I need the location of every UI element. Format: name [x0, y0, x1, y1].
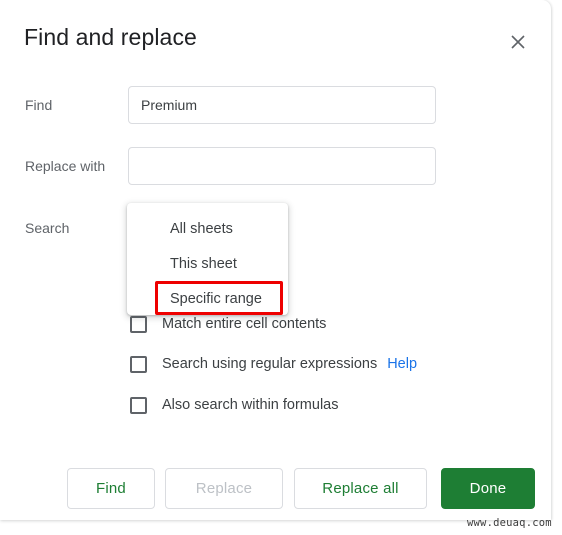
menu-item-this-sheet[interactable]: This sheet — [127, 247, 288, 282]
search-label: Search — [25, 220, 70, 236]
search-scope-dropdown-menu: All sheets This sheet Specific range — [127, 203, 288, 315]
checkbox-also-search-within-formulas[interactable] — [130, 396, 147, 414]
replace-all-button[interactable]: Replace all — [294, 468, 427, 509]
find-and-replace-dialog: Find and replace Find Replace with Searc… — [0, 0, 551, 520]
find-input[interactable] — [128, 86, 436, 124]
menu-item-all-sheets[interactable]: All sheets — [127, 212, 288, 247]
dialog-title: Find and replace — [24, 24, 197, 50]
help-link[interactable]: Help — [387, 356, 417, 372]
checkbox-row-match-entire-cell-contents[interactable]: Match entire cell contents — [130, 315, 326, 333]
done-button[interactable]: Done — [441, 468, 535, 509]
watermark: www.deuaq.com — [467, 517, 552, 529]
checkbox-label: Search using regular expressions — [162, 356, 378, 372]
checkbox-row-also-search-within-formulas[interactable]: Also search within formulas — [130, 396, 339, 414]
checkbox-search-using-regular-expressions[interactable] — [130, 355, 147, 373]
checkbox-label: Match entire cell contents — [162, 316, 327, 332]
checkbox-row-search-using-regular-expressions[interactable]: Search using regular expressions Help — [130, 355, 417, 373]
find-button[interactable]: Find — [67, 468, 155, 509]
replace-with-input[interactable] — [128, 147, 436, 185]
checkbox-label: Also search within formulas — [162, 397, 339, 413]
close-icon[interactable] — [501, 25, 535, 59]
replace-with-label: Replace with — [25, 158, 106, 174]
checkbox-match-entire-cell-contents[interactable] — [130, 315, 147, 333]
replace-button: Replace — [165, 468, 283, 509]
menu-item-specific-range[interactable]: Specific range — [127, 282, 288, 315]
find-label: Find — [25, 97, 53, 113]
